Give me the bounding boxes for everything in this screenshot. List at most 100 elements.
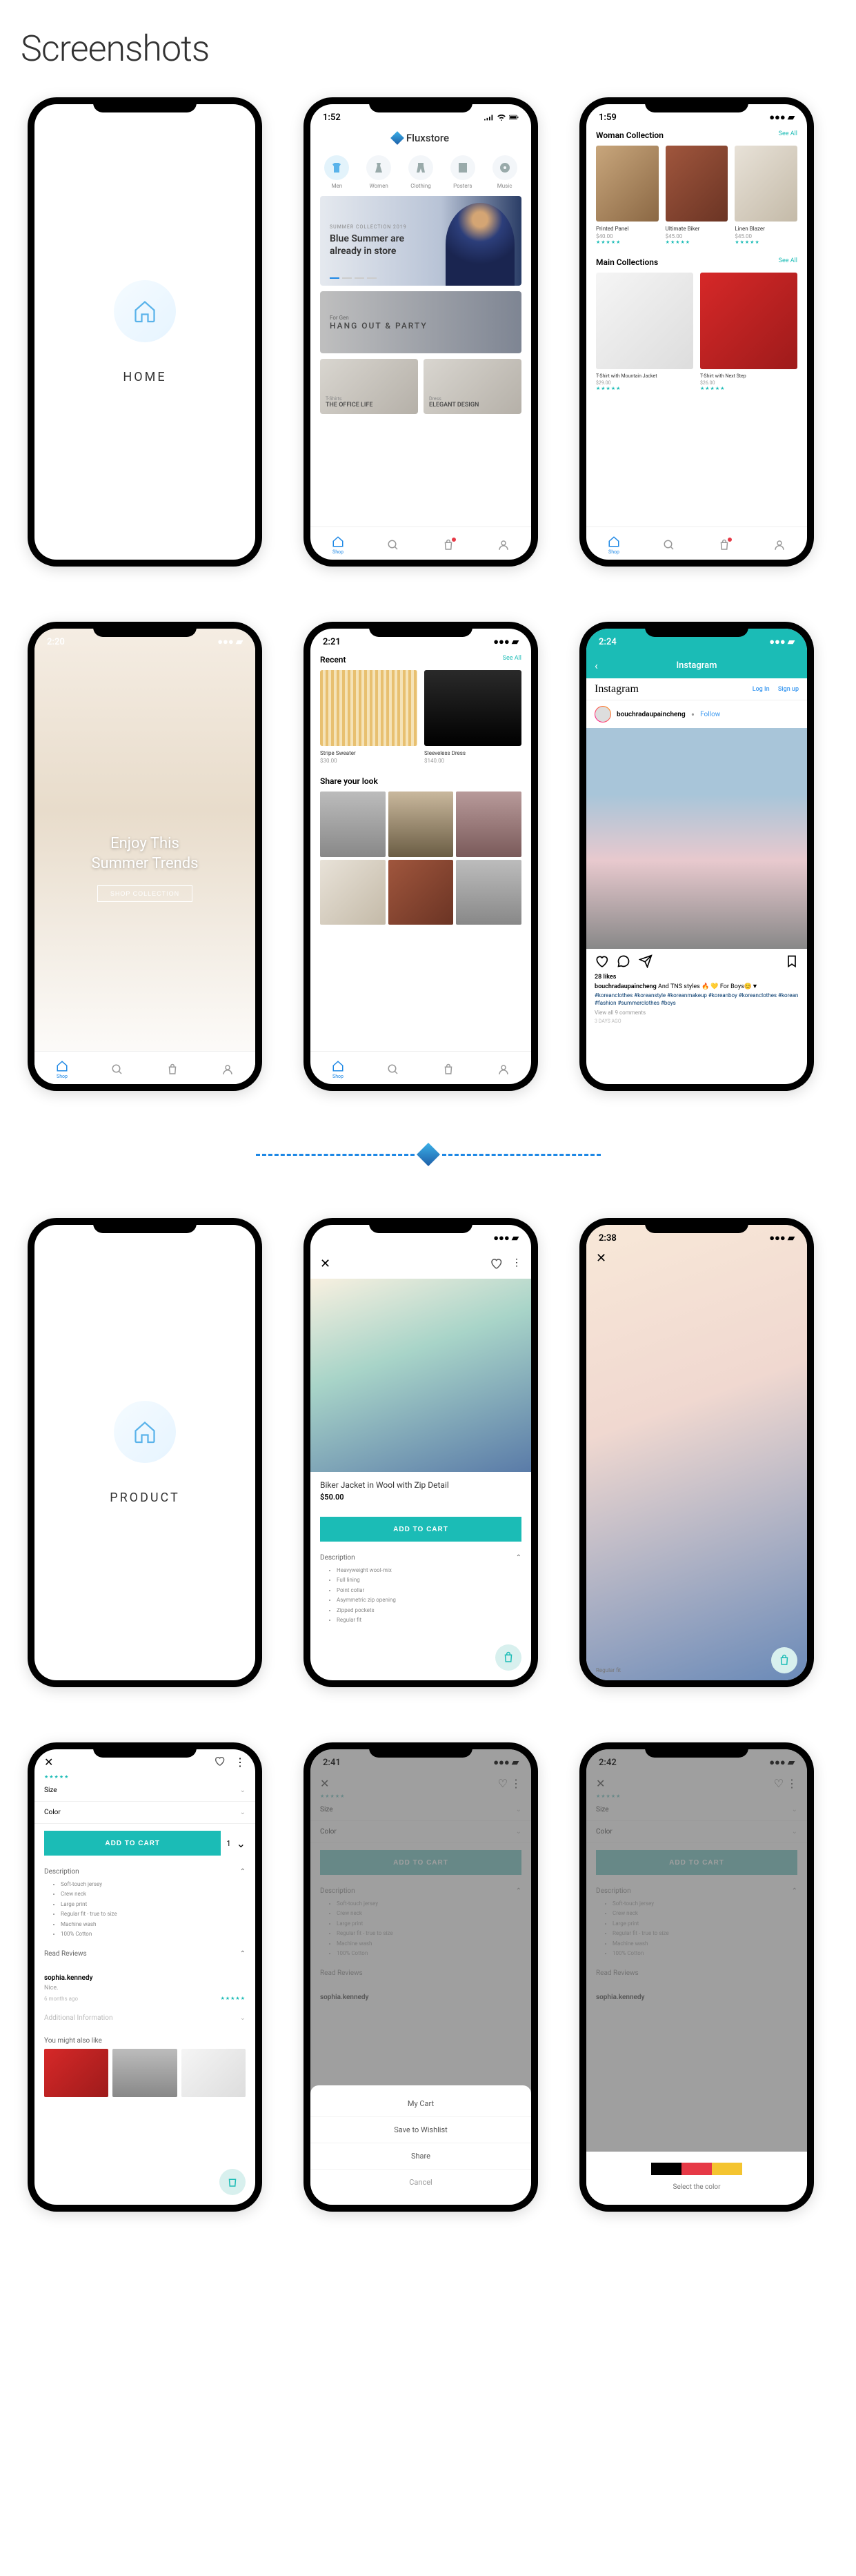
view-comments[interactable]: View all 9 comments xyxy=(595,1010,799,1016)
follow-link[interactable]: Follow xyxy=(700,711,720,718)
close-icon[interactable]: ✕ xyxy=(44,1756,53,1769)
category-men[interactable]: Men xyxy=(324,155,349,189)
look-cell[interactable] xyxy=(456,792,521,857)
mini-card-tshirts[interactable]: T-ShirtsTHE OFFICE LIFE xyxy=(320,359,418,414)
heart-icon[interactable] xyxy=(490,1257,502,1270)
share-icon[interactable] xyxy=(639,954,653,968)
ig-post-image[interactable] xyxy=(586,728,807,949)
nav-cart[interactable] xyxy=(718,539,730,551)
nav-shop[interactable]: Shop xyxy=(608,535,620,555)
add-to-cart-button[interactable]: ADD TO CART xyxy=(44,1831,221,1856)
nav-search[interactable] xyxy=(111,1063,123,1076)
also-card[interactable] xyxy=(112,2049,177,2097)
nav-search[interactable] xyxy=(387,539,399,551)
product-card[interactable]: T-Shirt with Mountain Jacket$29.00★★★★★ xyxy=(596,273,693,391)
nav-search[interactable] xyxy=(663,539,675,551)
color-swatch-black[interactable] xyxy=(651,2163,681,2175)
description-header[interactable]: Description xyxy=(320,1554,355,1562)
nav-cart[interactable] xyxy=(442,539,455,551)
login-link[interactable]: Log In xyxy=(753,686,770,693)
product-hero-image[interactable] xyxy=(310,1279,531,1472)
close-icon[interactable]: ✕ xyxy=(320,1257,330,1271)
product-card[interactable]: Printed Panel$40.00★★★★★ xyxy=(596,146,659,245)
nav-profile[interactable] xyxy=(497,1063,510,1076)
user-icon xyxy=(221,1063,234,1076)
product-fullscreen-image[interactable] xyxy=(586,1225,807,1680)
see-all-link[interactable]: See All xyxy=(779,257,797,267)
color-swatch-yellow[interactable] xyxy=(712,2163,742,2175)
nav-profile[interactable] xyxy=(497,539,510,551)
logo-diamond-icon xyxy=(390,131,404,145)
look-cell[interactable] xyxy=(320,792,386,857)
ig-user-row[interactable]: bouchradaupaincheng • Follow xyxy=(586,700,807,728)
sheet-wishlist[interactable]: Save to Wishlist xyxy=(310,2117,531,2143)
phone-home-intro: HOME xyxy=(28,97,262,567)
section-title: Woman Collection xyxy=(596,130,664,140)
fab-cart[interactable] xyxy=(495,1644,521,1671)
additional-header[interactable]: Additional Information xyxy=(44,2014,112,2022)
back-icon[interactable]: ‹ xyxy=(595,659,598,672)
color-selector[interactable]: Color⌄ xyxy=(34,1802,255,1824)
pants-icon xyxy=(415,161,427,174)
also-card[interactable] xyxy=(181,2049,246,2097)
nav-shop[interactable]: Shop xyxy=(56,1060,68,1079)
product-card[interactable]: T-Shirt with Next Step$26.00★★★★★ xyxy=(700,273,797,391)
cart-icon xyxy=(778,1654,790,1666)
post-time: 3 DAYS AGO xyxy=(595,1019,799,1024)
category-music[interactable]: Music xyxy=(492,155,517,189)
nav-cart[interactable] xyxy=(166,1063,179,1076)
reviews-header[interactable]: Read Reviews xyxy=(44,1950,87,1958)
also-card[interactable] xyxy=(44,2049,108,2097)
chevron-down-icon[interactable]: ⌄ xyxy=(240,2014,246,2022)
see-all-link[interactable]: See All xyxy=(503,655,521,665)
sheet-cart[interactable]: My Cart xyxy=(310,2091,531,2117)
category-clothing[interactable]: Clothing xyxy=(408,155,433,189)
size-selector[interactable]: Size⌄ xyxy=(34,1780,255,1802)
category-posters[interactable]: Posters xyxy=(450,155,475,189)
chevron-down-icon[interactable]: ⌄ xyxy=(237,1837,246,1850)
look-cell[interactable] xyxy=(388,792,454,857)
look-cell[interactable] xyxy=(320,860,386,925)
mini-card-dress[interactable]: DressELEGANT DESIGN xyxy=(424,359,521,414)
look-cell[interactable] xyxy=(388,860,454,925)
color-swatch-red[interactable] xyxy=(681,2163,712,2175)
nav-profile[interactable] xyxy=(221,1063,234,1076)
more-icon[interactable]: ⋮ xyxy=(512,1257,521,1270)
fab-cart[interactable] xyxy=(771,1647,797,1673)
product-card[interactable]: Ultimate Biker$45.00★★★★★ xyxy=(666,146,728,245)
home-icon xyxy=(608,535,620,548)
nav-shop[interactable]: Shop xyxy=(332,535,344,555)
signup-link[interactable]: Sign up xyxy=(778,686,799,693)
chevron-up-icon[interactable]: ⌃ xyxy=(240,1868,246,1876)
more-icon[interactable]: ⋮ xyxy=(235,1756,246,1769)
description-header[interactable]: Description xyxy=(44,1868,79,1876)
heart-icon[interactable] xyxy=(214,1756,225,1767)
product-card[interactable]: Stripe Sweater$30.00 xyxy=(320,670,417,764)
chevron-up-icon[interactable]: ⌃ xyxy=(516,1554,521,1562)
sub-banner[interactable]: For Gen HANG OUT & PARTY xyxy=(320,291,521,353)
nav-cart[interactable] xyxy=(442,1063,455,1076)
action-sheet: My Cart Save to Wishlist Share Cancel xyxy=(310,2085,531,2205)
see-all-link[interactable]: See All xyxy=(779,130,797,140)
nav-profile[interactable] xyxy=(773,539,786,551)
hero-eyebrow: SUMMER COLLECTION 2019 xyxy=(330,224,426,230)
product-card[interactable]: Sleeveless Dress$140.00 xyxy=(424,670,521,764)
product-card[interactable]: Linen Blazer$45.00★★★★★ xyxy=(735,146,797,245)
shop-collection-button[interactable]: SHOP COLLECTION xyxy=(97,885,192,902)
sheet-cancel[interactable]: Cancel xyxy=(310,2170,531,2195)
hashtags[interactable]: #koreanclothes #koreanstyle #koreanmakeu… xyxy=(595,992,799,1007)
bookmark-icon[interactable] xyxy=(785,954,799,968)
nav-search[interactable] xyxy=(387,1063,399,1076)
add-to-cart-button[interactable]: ADD TO CART xyxy=(320,1517,521,1542)
sheet-share[interactable]: Share xyxy=(310,2143,531,2170)
comment-icon[interactable] xyxy=(617,954,630,968)
nav-shop[interactable]: Shop xyxy=(332,1060,344,1079)
close-icon[interactable]: ✕ xyxy=(596,1251,606,1266)
fab-cart[interactable] xyxy=(219,2169,246,2195)
heart-icon[interactable] xyxy=(595,954,608,968)
overlay-dim[interactable] xyxy=(586,1749,807,2205)
hero-banner[interactable]: SUMMER COLLECTION 2019 Blue Summer are a… xyxy=(320,196,521,286)
category-women[interactable]: Women xyxy=(366,155,391,189)
chevron-up-icon[interactable]: ⌃ xyxy=(240,1950,246,1958)
look-cell[interactable] xyxy=(456,860,521,925)
